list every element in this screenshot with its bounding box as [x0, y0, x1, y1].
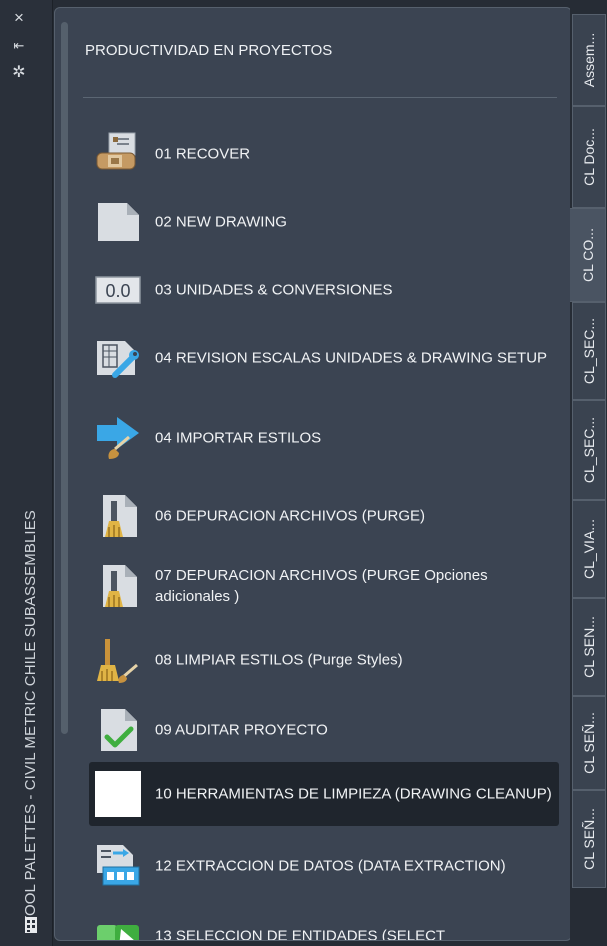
tab-label: Assem...: [581, 32, 597, 88]
close-icon[interactable]: ×: [8, 6, 30, 28]
palette-menu-icon[interactable]: [24, 916, 38, 934]
tool-purge[interactable]: 06 DEPURACION ARCHIVOS (PURGE): [89, 488, 559, 544]
tab-label: CL_SEC...: [581, 317, 597, 385]
tool-import-styles[interactable]: 04 IMPORTAR ESTILOS: [89, 410, 559, 466]
palette-title-bar: × ⇤ ✲ TOOL PALETTES - CIVIL METRIC CHILE…: [0, 0, 53, 946]
palette-tab-strip: Assem... CL Doc... CL CO... CL_SEC... CL…: [570, 0, 607, 946]
tab-cl-sen[interactable]: CL SEN...: [572, 598, 606, 696]
tool-purge-options[interactable]: 07 DEPURACION ARCHIVOS (PURGE Opciones a…: [89, 558, 559, 614]
tab-cl-sec-1[interactable]: CL_SEC...: [572, 302, 606, 400]
tab-cl-sen-tilde-2[interactable]: CL SEÑ...: [572, 790, 606, 888]
tab-cl-co[interactable]: CL CO...: [570, 208, 606, 302]
tool-audit[interactable]: 09 AUDITAR PROYECTO: [89, 702, 559, 758]
auto-hide-icon[interactable]: ⇤: [8, 34, 30, 56]
purge-styles-icon: [95, 637, 141, 683]
tool-new-drawing[interactable]: 02 NEW DRAWING: [89, 194, 559, 250]
tool-label: 06 DEPURACION ARCHIVOS (PURGE): [155, 507, 426, 525]
tool-units-conversions[interactable]: 0.0 03 UNIDADES & CONVERSIONES: [89, 262, 559, 318]
tab-label: CL_VIA...: [581, 519, 597, 579]
data-extraction-icon: [95, 843, 141, 889]
tool-drawing-cleanup[interactable]: 10 HERRAMIENTAS DE LIMPIEZA (DRAWING CLE…: [89, 762, 559, 826]
tab-assemblies[interactable]: Assem...: [572, 14, 606, 106]
tab-label: CL Doc...: [581, 128, 597, 186]
select-entities-icon: [95, 913, 141, 940]
purge-options-icon: [95, 563, 141, 609]
tool-label: 04 IMPORTAR ESTILOS: [155, 429, 322, 447]
tool-label: 07 DEPURACION ARCHIVOS (PURGE Opciones a…: [155, 567, 488, 605]
tool-label: 12 EXTRACCION DE DATOS (DATA EXTRACTION): [155, 857, 506, 875]
new-drawing-icon: [95, 199, 141, 245]
tool-label: 04 REVISION ESCALAS UNIDADES & DRAWING S…: [155, 349, 548, 367]
tool-label: 03 UNIDADES & CONVERSIONES: [155, 281, 393, 299]
recover-icon: [95, 131, 141, 177]
tool-label: 08 LIMPIAR ESTILOS (Purge Styles): [155, 651, 403, 669]
import-styles-icon: [95, 415, 141, 461]
tab-cl-doc[interactable]: CL Doc...: [572, 106, 606, 208]
units-icon: 0.0: [95, 267, 141, 313]
tab-cl-sen-tilde-1[interactable]: CL SEÑ...: [572, 696, 606, 790]
window-title: TOOL PALETTES - CIVIL METRIC CHILE SUBAS…: [22, 510, 39, 925]
tab-label: CL SEÑ...: [581, 808, 597, 870]
tool-label: 09 AUDITAR PROYECTO: [155, 721, 328, 739]
tool-label: 01 RECOVER: [155, 145, 251, 163]
tab-label: CL SEN...: [581, 616, 597, 678]
tab-label: CL_SEC...: [581, 416, 597, 484]
purge-icon: [95, 493, 141, 539]
tool-select-entities[interactable]: 13 SELECCION DE ENTIDADES (SELECT: [89, 908, 559, 941]
drawing-setup-icon: [95, 335, 141, 381]
drawing-cleanup-icon: [95, 771, 141, 817]
audit-icon: [95, 707, 141, 753]
tool-palettes-window: × ⇤ ✲ TOOL PALETTES - CIVIL METRIC CHILE…: [0, 0, 607, 946]
tool-label: 02 NEW DRAWING: [155, 213, 287, 231]
tab-label: CL CO...: [579, 228, 596, 282]
svg-text:0.0: 0.0: [105, 281, 130, 301]
tool-drawing-setup[interactable]: 04 REVISION ESCALAS UNIDADES & DRAWING S…: [89, 330, 559, 386]
properties-icon[interactable]: ✲: [8, 62, 30, 84]
tool-purge-styles[interactable]: 08 LIMPIAR ESTILOS (Purge Styles): [89, 632, 559, 688]
tool-palette-panel: PRODUCTIVIDAD EN PROYECTOS 01 RECOVER 02…: [54, 7, 572, 941]
tool-label: 10 HERRAMIENTAS DE LIMPIEZA (DRAWING CLE…: [155, 785, 552, 803]
tab-label: CL SEÑ...: [581, 712, 597, 774]
tool-recover[interactable]: 01 RECOVER: [89, 126, 559, 182]
tool-label: 13 SELECCION DE ENTIDADES (SELECT: [155, 927, 446, 941]
tool-data-extraction[interactable]: 12 EXTRACCION DE DATOS (DATA EXTRACTION): [89, 838, 559, 894]
tool-list: 01 RECOVER 02 NEW DRAWING 0.0 03 UNIDADE…: [55, 8, 571, 940]
tab-cl-via[interactable]: CL_VIA...: [572, 500, 606, 598]
tab-cl-sec-2[interactable]: CL_SEC...: [572, 400, 606, 500]
